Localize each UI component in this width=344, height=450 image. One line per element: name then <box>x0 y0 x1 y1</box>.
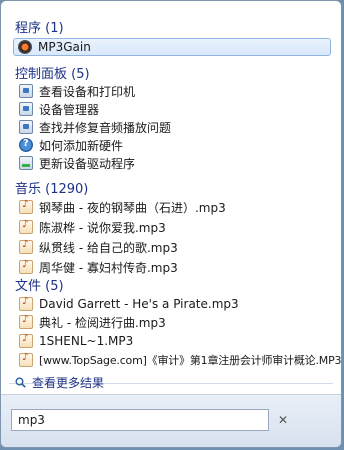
music-file-icon <box>19 199 33 214</box>
result-item-label: 钢琴曲 - 夜的钢琴曲（石进）.mp3 <box>39 200 226 215</box>
result-item-file-1[interactable]: David Garrett - He's a Pirate.mp3 <box>19 295 329 313</box>
result-item-update-drivers[interactable]: 更新设备驱动程序 <box>19 154 329 172</box>
result-item-mp3gain[interactable]: MP3Gain <box>13 38 331 56</box>
result-item-add-hardware[interactable]: 如何添加新硬件 <box>19 136 329 154</box>
result-item-music-2[interactable]: 陈淑桦 - 说你爱我.mp3 <box>19 218 329 236</box>
result-item-music-3[interactable]: 纵贯线 - 给自己的歌.mp3 <box>19 238 329 256</box>
music-file-icon <box>19 239 33 254</box>
result-item-label: 纵贯线 - 给自己的歌.mp3 <box>39 240 178 255</box>
section-title-control-panel[interactable]: 控制面板 (5) <box>15 63 90 82</box>
see-more-results-link[interactable]: 查看更多结果 <box>15 374 104 391</box>
result-item-label: 典礼 - 检阅进行曲.mp3 <box>39 315 166 330</box>
result-item-label: [www.TopSage.com]《审计》第1章注册会计师审计概论.MP3 <box>39 354 342 367</box>
section-title-programs[interactable]: 程序 (1) <box>15 17 64 36</box>
audio-file-icon <box>19 296 33 311</box>
result-item-label: David Garrett - He's a Pirate.mp3 <box>39 297 239 311</box>
troubleshoot-icon <box>19 120 33 134</box>
see-more-results-label: 查看更多结果 <box>32 376 105 390</box>
result-item-label: 更新设备驱动程序 <box>39 156 136 171</box>
result-item-music-4[interactable]: 周华健 - 寡妇村传奇.mp3 <box>19 258 329 276</box>
music-file-icon <box>19 259 33 274</box>
result-item-label: 查找并修复音频播放问题 <box>39 120 172 135</box>
help-icon <box>19 138 33 152</box>
search-input[interactable]: mp3 <box>11 409 269 431</box>
result-item-music-1[interactable]: 钢琴曲 - 夜的钢琴曲（石进）.mp3 <box>19 198 329 216</box>
audio-file-icon <box>19 333 33 348</box>
app-icon <box>18 40 32 54</box>
search-icon <box>15 377 26 388</box>
music-file-icon <box>19 219 33 234</box>
result-item-device-manager[interactable]: 设备管理器 <box>19 100 329 118</box>
start-menu-search-results: 程序 (1) MP3Gain 控制面板 (5) 查看设备和打印机 设备管理器 查… <box>0 0 342 448</box>
clear-search-button[interactable]: ✕ <box>275 409 291 431</box>
section-title-music[interactable]: 音乐 (1290) <box>15 178 88 197</box>
audio-file-icon <box>19 352 33 367</box>
results-pane: 程序 (1) MP3Gain 控制面板 (5) 查看设备和打印机 设备管理器 查… <box>1 1 341 397</box>
result-item-label: 查看设备和打印机 <box>39 84 136 99</box>
search-bar: mp3 ✕ <box>1 394 341 447</box>
result-item-label: MP3Gain <box>38 40 91 54</box>
result-item-label: 1SHENL~1.MP3 <box>39 334 134 348</box>
result-item-label: 如何添加新硬件 <box>39 138 124 153</box>
section-title-files[interactable]: 文件 (5) <box>15 275 64 294</box>
result-item-label: 设备管理器 <box>39 102 100 117</box>
result-item-label: 陈淑桦 - 说你爱我.mp3 <box>39 220 166 235</box>
devices-printers-icon <box>19 84 33 98</box>
driver-update-icon <box>19 156 33 170</box>
audio-file-icon <box>19 314 33 329</box>
device-manager-icon <box>19 102 33 116</box>
result-item-file-4[interactable]: [www.TopSage.com]《审计》第1章注册会计师审计概论.MP3 <box>19 351 341 369</box>
result-item-devices-printers[interactable]: 查看设备和打印机 <box>19 82 329 100</box>
result-item-file-3[interactable]: 1SHENL~1.MP3 <box>19 332 329 350</box>
result-item-troubleshoot-audio[interactable]: 查找并修复音频播放问题 <box>19 118 329 136</box>
result-item-label: 周华健 - 寡妇村传奇.mp3 <box>39 260 178 275</box>
result-item-file-2[interactable]: 典礼 - 检阅进行曲.mp3 <box>19 313 329 331</box>
